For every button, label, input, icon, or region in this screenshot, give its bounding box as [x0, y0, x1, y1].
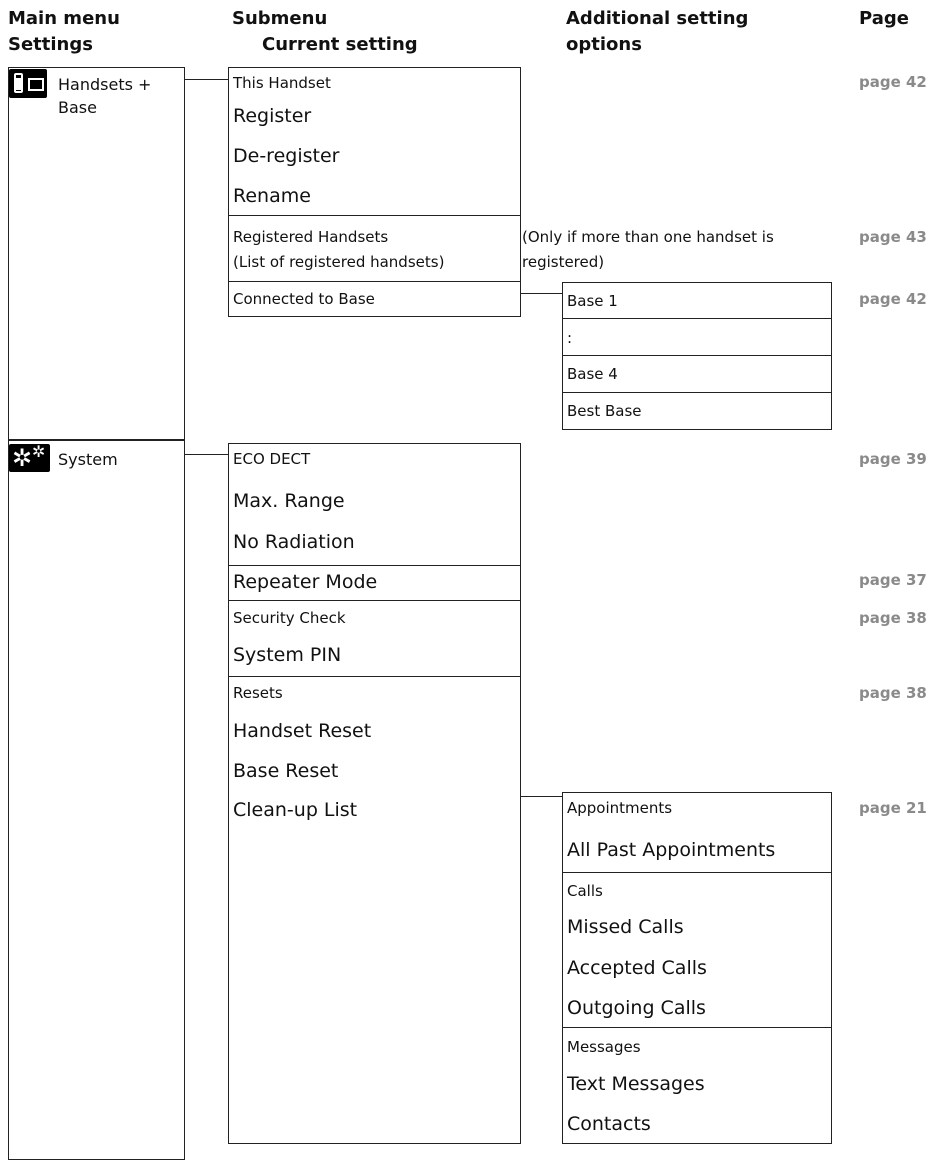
- base-option-ellipsis: :: [567, 329, 573, 347]
- option-missed-calls[interactable]: Missed Calls: [567, 914, 684, 940]
- page-ref-appointments[interactable]: page 21: [859, 799, 927, 817]
- header-main-menu: Main menu: [8, 8, 120, 29]
- registered-handsets-condition-note-2: registered): [522, 253, 605, 271]
- main-menu-system-label[interactable]: System: [58, 448, 118, 471]
- submenu-eco-dect[interactable]: ECO DECT: [233, 448, 310, 470]
- cleanup-appointments[interactable]: Appointments: [567, 797, 672, 819]
- cleanup-calls[interactable]: Calls: [567, 880, 603, 902]
- page-ref-repeater-mode[interactable]: page 37: [859, 571, 927, 589]
- base-option-box-2: [562, 318, 832, 356]
- submenu-connected-to-base[interactable]: Connected to Base: [233, 288, 375, 310]
- option-outgoing-calls[interactable]: Outgoing Calls: [567, 995, 706, 1021]
- cleanup-messages[interactable]: Messages: [567, 1036, 641, 1058]
- submenu-security-check[interactable]: Security Check: [233, 607, 346, 629]
- header-additional-setting: Additional setting: [566, 8, 749, 29]
- submenu-resets-box: [228, 676, 521, 1144]
- main-menu-system-box: [8, 440, 185, 1160]
- option-no-radiation[interactable]: No Radiation: [233, 529, 355, 555]
- option-accepted-calls[interactable]: Accepted Calls: [567, 955, 707, 981]
- main-menu-handsets-label[interactable]: Handsets +: [58, 73, 151, 96]
- page-ref-security-check[interactable]: page 38: [859, 609, 927, 627]
- gears-icon: ✲ ✲: [9, 442, 50, 472]
- submenu-registered-handsets[interactable]: Registered Handsets: [233, 226, 388, 248]
- option-max-range[interactable]: Max. Range: [233, 488, 345, 514]
- base-option-best[interactable]: Best Base: [567, 400, 642, 422]
- main-menu-handsets-box: [8, 67, 185, 440]
- header-submenu: Submenu: [232, 8, 328, 29]
- submenu-repeater-mode[interactable]: Repeater Mode: [233, 569, 377, 595]
- header-page: Page: [859, 8, 909, 29]
- submenu-resets[interactable]: Resets: [233, 682, 283, 704]
- option-rename[interactable]: Rename: [233, 183, 311, 209]
- option-deregister[interactable]: De-register: [233, 143, 339, 169]
- header-settings: Settings: [8, 34, 93, 55]
- option-handset-reset[interactable]: Handset Reset: [233, 718, 371, 744]
- handset-base-icon: [9, 69, 47, 98]
- page-ref-this-handset[interactable]: page 42: [859, 73, 927, 91]
- connector-cleanup-list: [521, 796, 562, 797]
- option-base-reset[interactable]: Base Reset: [233, 758, 338, 784]
- option-register[interactable]: Register: [233, 103, 311, 129]
- page-ref-resets[interactable]: page 38: [859, 684, 927, 702]
- option-text-messages[interactable]: Text Messages: [567, 1071, 705, 1097]
- option-contacts[interactable]: Contacts: [567, 1111, 651, 1137]
- base-option-4[interactable]: Base 4: [567, 363, 618, 385]
- registered-handsets-list-note: (List of registered handsets): [233, 253, 445, 271]
- option-cleanup-list[interactable]: Clean-up List: [233, 797, 357, 823]
- option-system-pin[interactable]: System PIN: [233, 642, 341, 668]
- connector-system: [185, 454, 228, 455]
- header-options: options: [566, 34, 642, 55]
- base-option-1[interactable]: Base 1: [567, 290, 618, 312]
- submenu-this-handset[interactable]: This Handset: [233, 72, 331, 94]
- header-current-setting: Current setting: [262, 34, 418, 55]
- page-ref-eco-dect[interactable]: page 39: [859, 450, 927, 468]
- page-ref-registered-handsets[interactable]: page 43: [859, 228, 927, 246]
- page-ref-connected-to-base[interactable]: page 42: [859, 290, 927, 308]
- connector-handsets: [185, 79, 228, 80]
- main-menu-handsets-label-2: Base: [58, 98, 97, 117]
- connector-connected-to-base: [521, 293, 562, 294]
- registered-handsets-condition-note: (Only if more than one handset is: [522, 228, 774, 246]
- option-all-past-appointments[interactable]: All Past Appointments: [567, 837, 775, 863]
